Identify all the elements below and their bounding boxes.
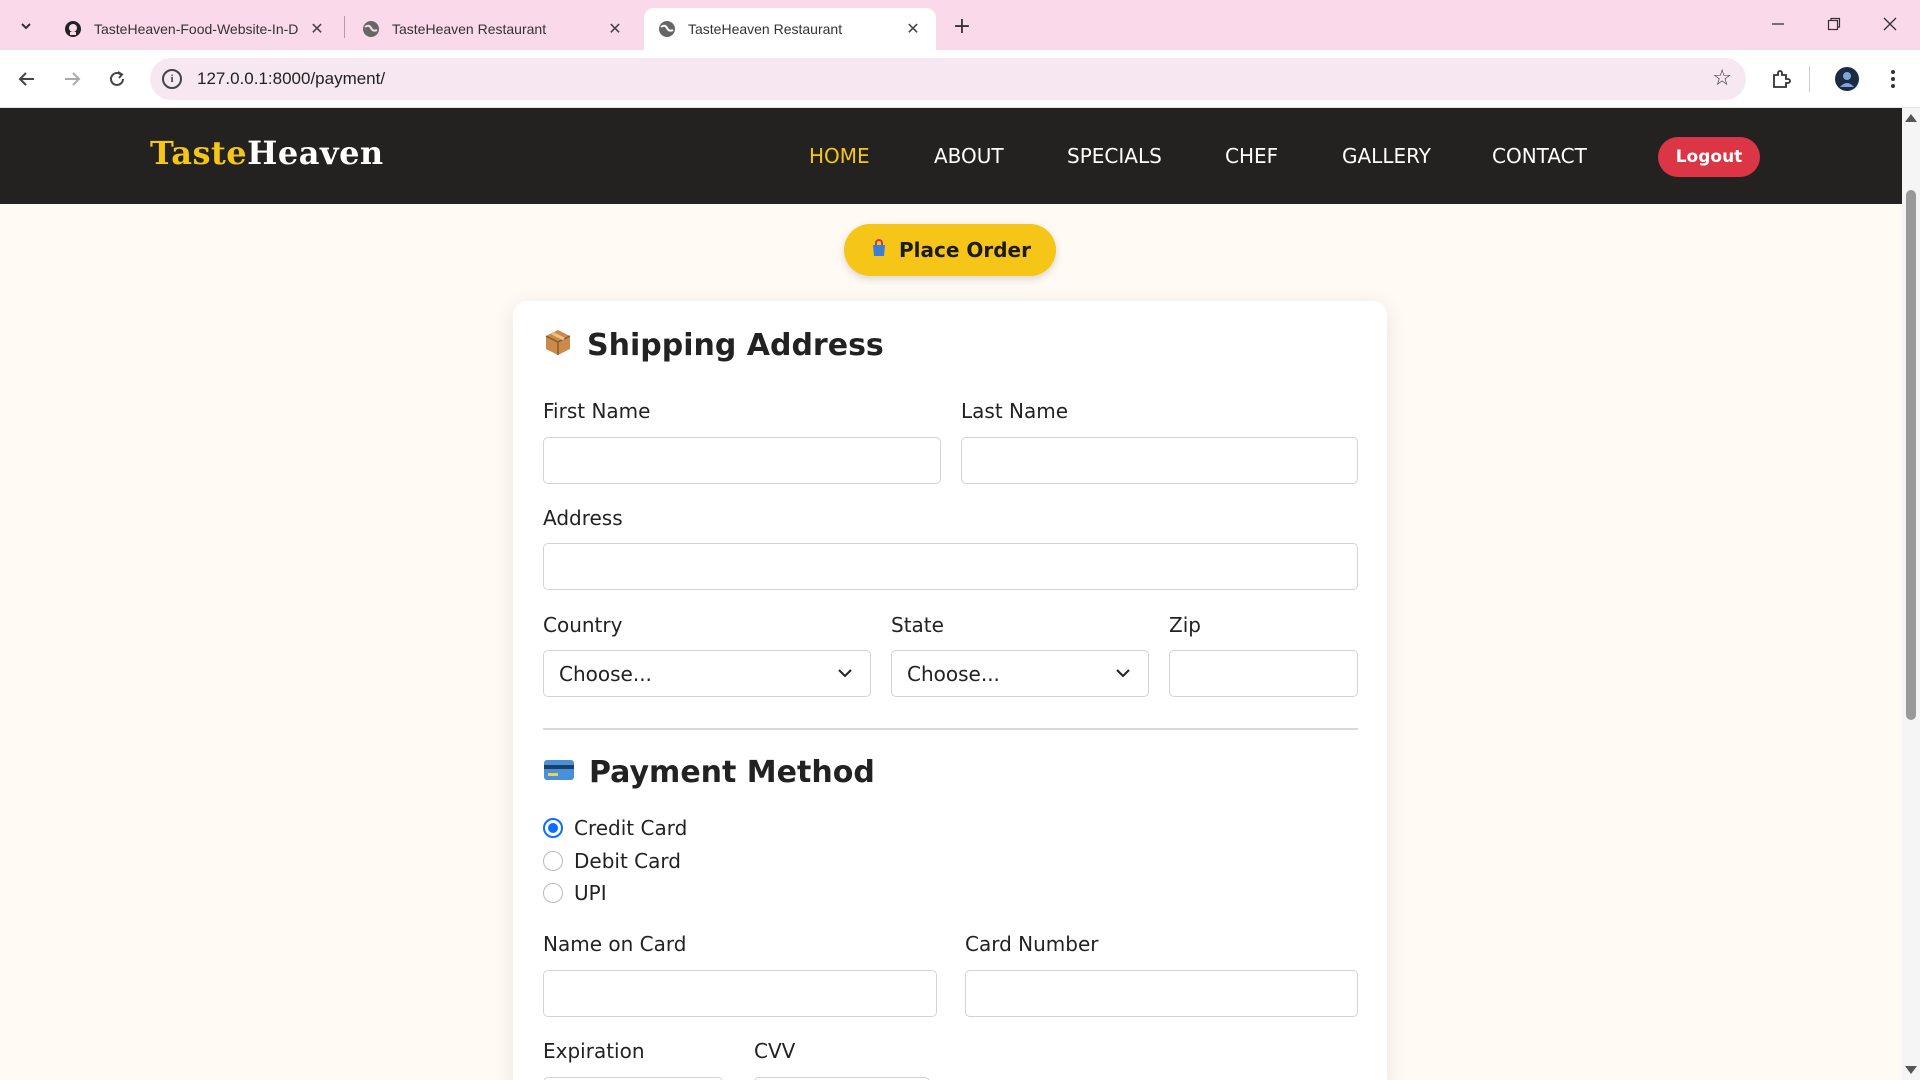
browser-menu-kebab-icon[interactable] bbox=[1878, 64, 1908, 94]
payment-heading: Payment Method bbox=[543, 755, 875, 790]
scrollbar-thumb[interactable] bbox=[1906, 190, 1916, 720]
country-label: Country bbox=[543, 613, 623, 637]
radio-unselected-icon[interactable] bbox=[543, 851, 563, 871]
credit-card-option-label: Credit Card bbox=[574, 816, 688, 840]
tab-title: TasteHeaven-Food-Website-In-D bbox=[94, 21, 299, 37]
expiration-label: Expiration bbox=[543, 1039, 645, 1063]
zip-input[interactable] bbox=[1169, 650, 1358, 697]
tab-title: TasteHeaven Restaurant bbox=[688, 21, 843, 37]
package-icon bbox=[543, 327, 573, 364]
scroll-up-arrow-icon[interactable] bbox=[1905, 114, 1917, 122]
state-select-value: Choose... bbox=[907, 661, 1000, 686]
page-scrollbar[interactable] bbox=[1902, 108, 1920, 1080]
back-arrow-icon[interactable] bbox=[12, 64, 42, 94]
place-order-button[interactable]: Place Order bbox=[844, 224, 1056, 276]
minimize-icon[interactable] bbox=[1758, 8, 1798, 40]
chevron-down-icon bbox=[1116, 669, 1130, 678]
nav-home[interactable]: HOME bbox=[809, 144, 870, 168]
chevron-down-icon bbox=[838, 669, 852, 678]
browser-tab-strip: TasteHeaven-Food-Website-In-D ✕ TasteHea… bbox=[0, 0, 1920, 50]
address-input[interactable] bbox=[543, 543, 1358, 590]
first-name-label: First Name bbox=[543, 399, 651, 423]
payment-option-credit-card[interactable]: Credit Card bbox=[543, 816, 687, 840]
card-number-input[interactable] bbox=[965, 970, 1358, 1017]
cvv-label: CVV bbox=[754, 1039, 796, 1063]
address-bar[interactable]: i 127.0.0.1:8000/payment/ ☆ bbox=[150, 58, 1746, 100]
nav-specials[interactable]: SPECIALS bbox=[1067, 144, 1162, 168]
first-name-input[interactable] bbox=[543, 437, 941, 484]
close-tab-icon[interactable]: ✕ bbox=[904, 19, 922, 39]
restore-icon[interactable] bbox=[1814, 8, 1854, 40]
tab-separator bbox=[344, 16, 345, 38]
reload-icon[interactable] bbox=[102, 64, 132, 94]
tab-search-chevron-icon[interactable] bbox=[10, 10, 42, 42]
close-tab-icon[interactable]: ✕ bbox=[606, 19, 624, 39]
browser-toolbar: i 127.0.0.1:8000/payment/ ☆ bbox=[0, 50, 1920, 108]
profile-avatar-icon[interactable] bbox=[1832, 64, 1862, 94]
nav-contact[interactable]: CONTACT bbox=[1492, 144, 1587, 168]
browser-tab-github[interactable]: TasteHeaven-Food-Website-In-D ✕ bbox=[50, 8, 340, 50]
upi-option-label: UPI bbox=[574, 881, 607, 905]
checkout-form-card: Shipping Address First Name Last Name Ad… bbox=[513, 301, 1387, 1080]
state-label: State bbox=[891, 613, 944, 637]
nav-gallery[interactable]: GALLERY bbox=[1342, 144, 1431, 168]
url-text[interactable]: 127.0.0.1:8000/payment/ bbox=[197, 69, 385, 89]
shipping-heading: Shipping Address bbox=[543, 327, 884, 364]
zip-label: Zip bbox=[1169, 613, 1201, 637]
radio-selected-icon[interactable] bbox=[543, 818, 563, 838]
globe-icon bbox=[362, 20, 380, 38]
payment-option-debit-card[interactable]: Debit Card bbox=[543, 849, 681, 873]
close-window-icon[interactable] bbox=[1870, 8, 1910, 40]
logout-button[interactable]: Logout bbox=[1658, 137, 1760, 177]
site-logo[interactable]: TasteHeaven bbox=[150, 134, 384, 172]
new-tab-icon[interactable]: + bbox=[948, 12, 976, 40]
name-on-card-label: Name on Card bbox=[543, 932, 687, 956]
credit-card-icon bbox=[543, 756, 575, 789]
state-select[interactable]: Choose... bbox=[891, 650, 1149, 697]
nav-chef[interactable]: CHEF bbox=[1225, 144, 1278, 168]
place-order-label: Place Order bbox=[898, 238, 1031, 262]
toolbar-separator bbox=[1809, 66, 1810, 92]
address-label: Address bbox=[543, 506, 623, 530]
radio-unselected-icon[interactable] bbox=[543, 883, 563, 903]
site-navbar: TasteHeaven HOME ABOUT SPECIALS CHEF GAL… bbox=[0, 108, 1902, 204]
logo-part-taste: Taste bbox=[150, 134, 248, 172]
nav-about[interactable]: ABOUT bbox=[934, 144, 1004, 168]
scroll-down-arrow-icon[interactable] bbox=[1905, 1066, 1917, 1074]
github-icon bbox=[64, 20, 82, 38]
close-tab-icon[interactable]: ✕ bbox=[308, 19, 326, 39]
site-info-icon[interactable]: i bbox=[162, 69, 182, 89]
extensions-puzzle-icon[interactable] bbox=[1766, 64, 1796, 94]
country-select[interactable]: Choose... bbox=[543, 650, 871, 697]
shipping-title: Shipping Address bbox=[587, 328, 884, 363]
browser-tab-restaurant-active[interactable]: TasteHeaven Restaurant ✕ bbox=[644, 8, 936, 50]
bookmark-star-icon[interactable]: ☆ bbox=[1712, 66, 1732, 91]
name-on-card-input[interactable] bbox=[543, 970, 937, 1017]
payment-title: Payment Method bbox=[589, 755, 875, 790]
forward-arrow-icon[interactable] bbox=[57, 64, 87, 94]
logo-part-heaven: Heaven bbox=[247, 134, 384, 172]
globe-icon bbox=[658, 20, 676, 38]
payment-option-upi[interactable]: UPI bbox=[543, 881, 607, 905]
tab-title: TasteHeaven Restaurant bbox=[392, 21, 547, 37]
card-number-label: Card Number bbox=[965, 932, 1099, 956]
shopping-bag-icon bbox=[869, 238, 889, 263]
country-select-value: Choose... bbox=[559, 661, 652, 686]
last-name-input[interactable] bbox=[961, 437, 1358, 484]
section-divider bbox=[543, 728, 1358, 730]
debit-card-option-label: Debit Card bbox=[574, 849, 681, 873]
last-name-label: Last Name bbox=[961, 399, 1069, 423]
browser-tab-restaurant-1[interactable]: TasteHeaven Restaurant ✕ bbox=[348, 8, 638, 50]
